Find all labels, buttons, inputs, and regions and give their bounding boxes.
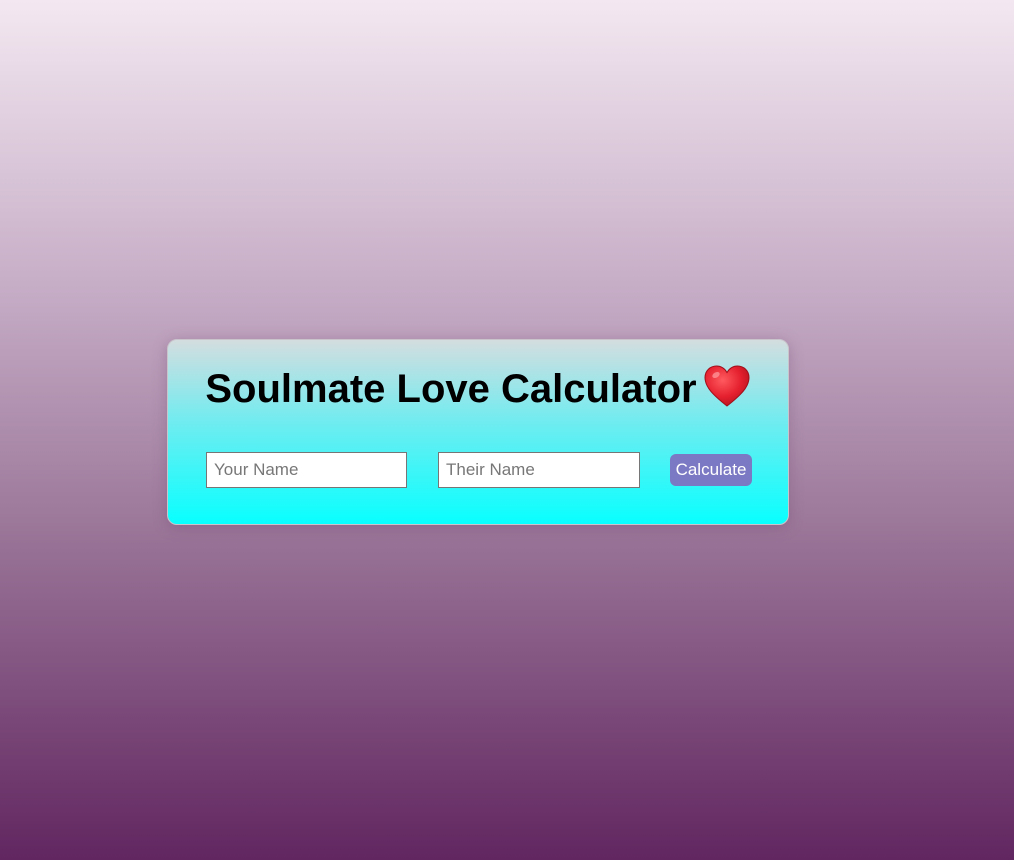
page-title: Soulmate Love Calculator xyxy=(168,364,788,413)
calculate-button[interactable]: Calculate xyxy=(670,454,752,486)
red-heart-icon xyxy=(704,365,750,407)
their-name-input[interactable] xyxy=(438,452,640,488)
page-background: { "calculator": { "title": "Soulmate Lov… xyxy=(0,0,1014,860)
title-text: Soulmate Love Calculator xyxy=(205,367,697,411)
your-name-input[interactable] xyxy=(206,452,407,488)
love-calculator-card: Soulmate Love Calculator Calculate xyxy=(167,339,789,525)
